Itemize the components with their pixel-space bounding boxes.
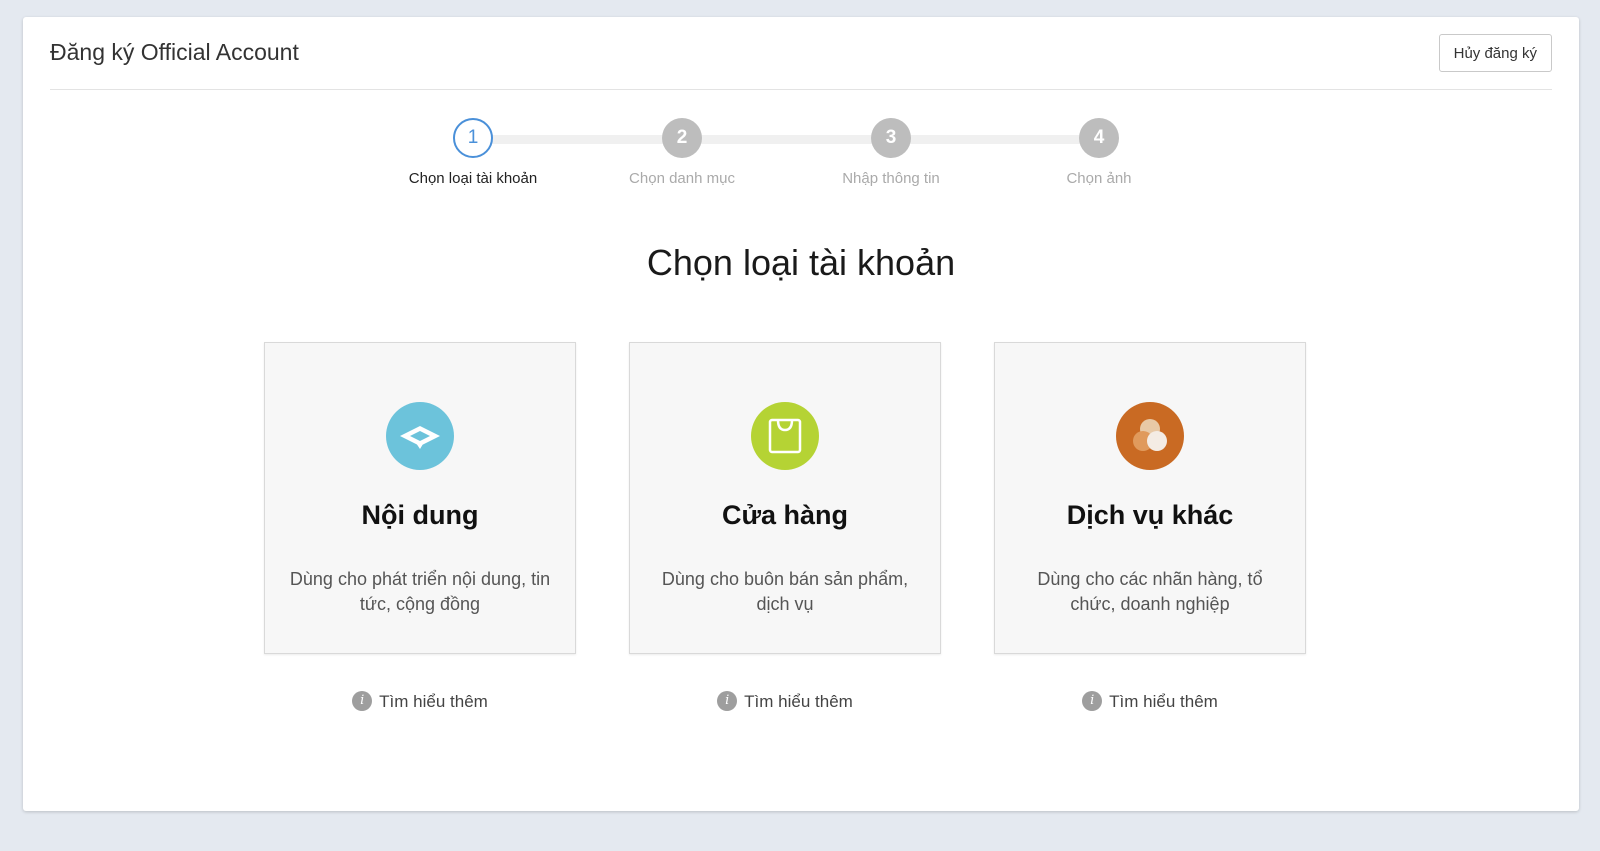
- step-4-number: 4: [1079, 118, 1119, 158]
- step-4: 4 Chọn ảnh: [999, 118, 1199, 187]
- registration-panel: Đăng ký Official Account Hủy đăng ký 1 C…: [23, 17, 1579, 811]
- account-type-card-shop[interactable]: Cửa hàng Dùng cho buôn bán sản phẩm, dịc…: [629, 342, 941, 654]
- step-3-label: Nhập thông tin: [842, 170, 940, 187]
- info-icon: i: [717, 690, 738, 711]
- card-description: Dùng cho các nhãn hàng, tổ chức, doanh n…: [1037, 569, 1263, 614]
- learn-more-link-shop[interactable]: i Tìm hiểu thêm: [629, 690, 941, 713]
- account-type-card-content[interactable]: Nội dung Dùng cho phát triển nội dung, t…: [264, 342, 576, 654]
- card-description: Dùng cho phát triển nội dung, tin tức, c…: [289, 569, 551, 614]
- panel-header: Đăng ký Official Account Hủy đăng ký: [50, 17, 1552, 90]
- card-title: Nội dung: [361, 500, 479, 530]
- card-title: Dịch vụ khác: [1066, 500, 1234, 530]
- info-icon: i: [1082, 690, 1103, 711]
- step-3: 3 Nhập thông tin: [791, 118, 991, 187]
- circles-icon: [1116, 402, 1184, 470]
- main-heading: Chọn loại tài khoản: [646, 242, 956, 283]
- step-4-label: Chọn ảnh: [1066, 170, 1132, 187]
- cancel-registration-button[interactable]: Hủy đăng ký: [1438, 34, 1552, 72]
- learn-more-label: Tìm hiểu thêm: [1109, 692, 1218, 711]
- step-1: 1 Chọn loại tài khoản: [373, 118, 573, 187]
- info-icon: i: [352, 690, 373, 711]
- learn-more-link-content[interactable]: i Tìm hiểu thêm: [264, 690, 576, 713]
- step-1-label: Chọn loại tài khoản: [408, 170, 538, 187]
- card-title: Cửa hàng: [721, 500, 849, 530]
- card-description: Dùng cho buôn bán sản phẩm, dịch vụ: [661, 569, 909, 614]
- account-type-card-services[interactable]: Dịch vụ khác Dùng cho các nhãn hàng, tổ …: [994, 342, 1306, 654]
- learn-more-label: Tìm hiểu thêm: [744, 692, 853, 711]
- step-1-number: 1: [453, 118, 493, 158]
- learn-more-label: Tìm hiểu thêm: [379, 692, 488, 711]
- page-title: Đăng ký Official Account: [50, 39, 299, 65]
- chat-bubble-icon: [386, 402, 454, 470]
- shopping-bag-icon: [751, 402, 819, 470]
- learn-more-link-services[interactable]: i Tìm hiểu thêm: [994, 690, 1306, 713]
- step-2-number: 2: [662, 118, 702, 158]
- step-2-label: Chọn danh mục: [629, 170, 735, 187]
- step-3-number: 3: [871, 118, 911, 158]
- step-2: 2 Chọn danh mục: [582, 118, 782, 187]
